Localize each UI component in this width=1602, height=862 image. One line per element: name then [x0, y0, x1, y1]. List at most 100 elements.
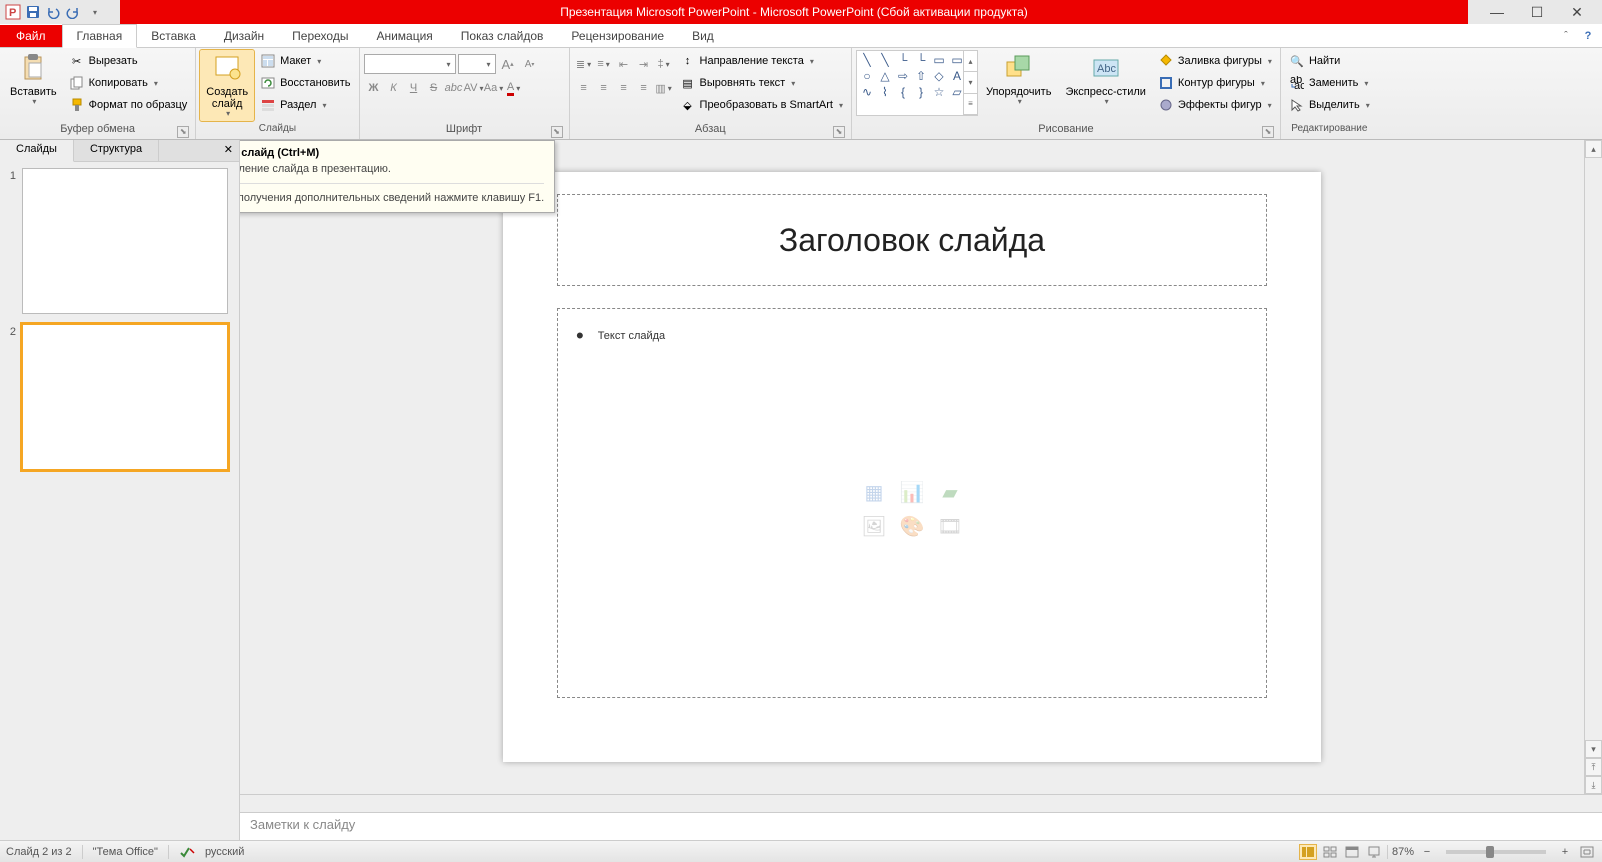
- vertical-scrollbar[interactable]: ▴ ▾ ⤒ ⤓: [1584, 140, 1602, 794]
- justify-button[interactable]: ≡: [634, 78, 654, 98]
- view-reading-icon[interactable]: [1343, 844, 1361, 860]
- quick-styles-button[interactable]: Abc Экспресс-стили▾: [1059, 50, 1151, 109]
- numbering-button[interactable]: ≡▾: [594, 54, 614, 74]
- shape-effects-button[interactable]: Эффекты фигур▾: [1154, 94, 1276, 116]
- gallery-more-icon[interactable]: ≡: [964, 94, 977, 115]
- next-slide-icon[interactable]: ⤓: [1585, 776, 1602, 794]
- tab-home[interactable]: Главная: [62, 24, 138, 48]
- insert-smartart-icon[interactable]: ▰: [934, 478, 966, 506]
- slide[interactable]: Заголовок слайда Текст слайда ▦ 📊 ▰ 🖼 🎨 …: [503, 172, 1321, 762]
- shape-line-icon[interactable]: ╲: [858, 52, 876, 68]
- shape-fill-button[interactable]: Заливка фигуры▾: [1154, 50, 1276, 72]
- shapes-gallery[interactable]: ╲ ╲ └ └ ▭ ▭ ○ △ ⇨ ⇧ ◇ A ∿ ⌇ { } ☆ ▱ ▴▾≡: [856, 50, 978, 116]
- scroll-down-icon[interactable]: ▾: [1585, 740, 1602, 758]
- convert-smartart-button[interactable]: ⬙Преобразовать в SmartArt▾: [676, 94, 847, 116]
- undo-icon[interactable]: [44, 3, 62, 21]
- slide-canvas[interactable]: Заголовок слайда Текст слайда ▦ 📊 ▰ 🖼 🎨 …: [240, 140, 1584, 794]
- insert-media-icon[interactable]: 🎞: [934, 512, 966, 540]
- shape-triangle-icon[interactable]: △: [876, 68, 894, 84]
- grow-font-button[interactable]: A▴: [498, 54, 518, 74]
- shape-arrow-icon[interactable]: ⇨: [894, 68, 912, 84]
- insert-clipart-icon[interactable]: 🎨: [896, 512, 928, 540]
- cut-button[interactable]: ✂Вырезать: [65, 50, 192, 72]
- font-name-combo[interactable]: ▾: [364, 54, 456, 74]
- panel-tab-outline[interactable]: Структура: [74, 140, 159, 161]
- content-placeholder[interactable]: Текст слайда ▦ 📊 ▰ 🖼 🎨 🎞: [557, 308, 1267, 698]
- line-spacing-button[interactable]: ‡▾: [654, 54, 674, 74]
- minimize-button[interactable]: —: [1486, 4, 1508, 20]
- drawing-dialog-launcher[interactable]: ⬊: [1262, 126, 1274, 138]
- spellcheck-icon[interactable]: [179, 845, 195, 859]
- shape-brace2-icon[interactable]: }: [912, 84, 930, 100]
- char-spacing-button[interactable]: AV▾: [464, 78, 484, 98]
- align-center-button[interactable]: ≡: [594, 78, 614, 98]
- zoom-out-button[interactable]: −: [1418, 844, 1436, 860]
- tab-animation[interactable]: Анимация: [362, 25, 446, 47]
- paragraph-dialog-launcher[interactable]: ⬊: [833, 126, 845, 138]
- shape-arrow2-icon[interactable]: ⇧: [912, 68, 930, 84]
- change-case-button[interactable]: Aa▾: [484, 78, 504, 98]
- minimize-ribbon-icon[interactable]: ˆ: [1558, 28, 1574, 44]
- title-placeholder[interactable]: Заголовок слайда: [557, 194, 1267, 286]
- align-right-button[interactable]: ≡: [614, 78, 634, 98]
- section-button[interactable]: Раздел▾: [256, 94, 354, 116]
- scroll-up-icon[interactable]: ▴: [1585, 140, 1602, 158]
- shrink-font-button[interactable]: A▾: [520, 54, 540, 74]
- clipboard-dialog-launcher[interactable]: ⬊: [177, 126, 189, 138]
- gallery-down-icon[interactable]: ▾: [964, 72, 977, 93]
- gallery-up-icon[interactable]: ▴: [964, 51, 977, 72]
- strike-button[interactable]: S: [424, 78, 444, 98]
- bold-button[interactable]: Ж: [364, 78, 384, 98]
- tab-view[interactable]: Вид: [678, 25, 728, 47]
- tab-design[interactable]: Дизайн: [210, 25, 278, 47]
- paste-button[interactable]: Вставить▾: [4, 50, 63, 109]
- shadow-button[interactable]: abc: [444, 78, 464, 98]
- font-size-combo[interactable]: ▾: [458, 54, 496, 74]
- font-color-button[interactable]: A▾: [504, 78, 524, 98]
- align-left-button[interactable]: ≡: [574, 78, 594, 98]
- shape-curve-icon[interactable]: ∿: [858, 84, 876, 100]
- tab-review[interactable]: Рецензирование: [557, 25, 678, 47]
- maximize-button[interactable]: ☐: [1526, 4, 1548, 21]
- insert-picture-icon[interactable]: 🖼: [858, 512, 890, 540]
- status-language[interactable]: русский: [205, 846, 244, 858]
- format-painter-button[interactable]: Формат по образцу: [65, 94, 192, 116]
- decrease-indent-button[interactable]: ⇤: [614, 54, 634, 74]
- tab-file[interactable]: Файл: [0, 25, 62, 47]
- view-sorter-icon[interactable]: [1321, 844, 1339, 860]
- tab-insert[interactable]: Вставка: [137, 25, 210, 47]
- shape-rect-icon[interactable]: ▭: [930, 52, 948, 68]
- help-icon[interactable]: ?: [1580, 28, 1596, 44]
- shape-star-icon[interactable]: ☆: [930, 84, 948, 100]
- font-dialog-launcher[interactable]: ⬊: [551, 126, 563, 138]
- insert-chart-icon[interactable]: 📊: [896, 478, 928, 506]
- increase-indent-button[interactable]: ⇥: [634, 54, 654, 74]
- underline-button[interactable]: Ч: [404, 78, 424, 98]
- shape-oval-icon[interactable]: ○: [858, 68, 876, 84]
- qat-customize-icon[interactable]: ▾: [86, 3, 104, 21]
- fit-to-window-button[interactable]: [1578, 844, 1596, 860]
- prev-slide-icon[interactable]: ⤒: [1585, 758, 1602, 776]
- zoom-level[interactable]: 87%: [1392, 846, 1414, 858]
- zoom-slider[interactable]: [1446, 850, 1546, 854]
- find-button[interactable]: 🔍Найти: [1285, 50, 1374, 72]
- copy-button[interactable]: Копировать▾: [65, 72, 192, 94]
- tab-transitions[interactable]: Переходы: [278, 25, 362, 47]
- slide-thumbnail-2[interactable]: [22, 324, 228, 470]
- align-text-button[interactable]: ▤Выровнять текст▾: [676, 72, 847, 94]
- shape-diamond-icon[interactable]: ◇: [930, 68, 948, 84]
- insert-table-icon[interactable]: ▦: [858, 478, 890, 506]
- save-icon[interactable]: [24, 3, 42, 21]
- shape-outline-button[interactable]: Контур фигуры▾: [1154, 72, 1276, 94]
- shape-line2-icon[interactable]: ╲: [876, 52, 894, 68]
- view-slideshow-icon[interactable]: [1365, 844, 1383, 860]
- horizontal-scrollbar[interactable]: [240, 795, 1602, 812]
- shape-connector2-icon[interactable]: └: [912, 52, 930, 68]
- tab-slideshow[interactable]: Показ слайдов: [447, 25, 558, 47]
- arrange-button[interactable]: Упорядочить▾: [980, 50, 1057, 109]
- layout-button[interactable]: Макет▾: [256, 50, 354, 72]
- notes-pane[interactable]: Заметки к слайду: [240, 812, 1602, 840]
- shape-freeform-icon[interactable]: ⌇: [876, 84, 894, 100]
- new-slide-button[interactable]: Создать слайд▾: [200, 50, 254, 121]
- replace-button[interactable]: abacЗаменить▾: [1285, 72, 1374, 94]
